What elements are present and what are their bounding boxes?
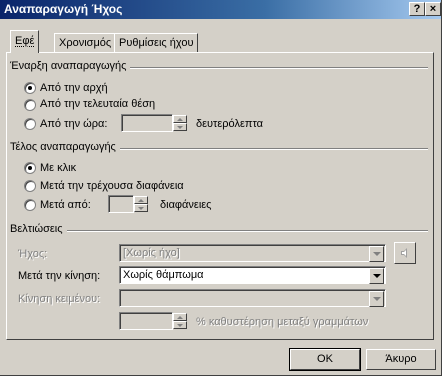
start-from-last-position-label[interactable]: Από την τελευταία θέση [40,98,155,110]
spin-down-icon [138,207,144,210]
stop-group-heading: Τέλος αναπαραγωγής [10,141,120,153]
sound-volume-button[interactable] [394,242,416,264]
tab-effect-label: Εφέ [15,35,35,47]
tab-sound-settings[interactable]: Ρυθμίσεις ήχου [114,33,199,52]
sound-dropdown-value: [Χωρίς ήχο] [123,247,180,259]
start-group-heading: Έναρξη αναπαραγωγής [10,60,131,72]
animate-text-dropdown-arrow[interactable] [369,291,384,307]
chevron-down-icon [373,297,381,301]
sound-dropdown-arrow[interactable] [369,246,384,262]
sound-label: Ήχος: [18,248,48,260]
after-animation-label: Μετά την κίνηση: [18,270,101,282]
start-from-last-position-radio[interactable] [24,99,36,111]
close-button[interactable]: × [425,2,441,16]
tab-timing[interactable]: Χρονισμός [54,33,117,52]
start-from-beginning-radio[interactable] [24,82,36,94]
animate-text-dropdown[interactable] [119,289,386,307]
start-time-spinner[interactable] [173,115,187,131]
letter-delay-label: % καθυστέρηση μεταξύ γραμμάτων [196,316,369,328]
radio-selected-dot [28,86,32,90]
radio-selected-dot [28,166,32,170]
cancel-button[interactable]: Άκυρο [366,349,436,370]
sound-dropdown[interactable]: [Χωρίς ήχο] [119,244,386,262]
after-animation-dropdown-arrow[interactable] [369,268,384,284]
dialog-title: Αναπαραγωγή Ήχος [4,2,123,16]
tab-timing-label: Χρονισμός [59,37,112,49]
slides-label: διαφάνειες [160,199,212,211]
after-animation-dropdown[interactable]: Χωρίς θάμπωμα [119,266,386,284]
chevron-down-icon [373,252,381,256]
start-from-time-label[interactable]: Από την ώρα: [40,118,107,130]
stop-on-click-radio[interactable] [24,162,36,174]
stop-after-current-slide-label[interactable]: Μετά την τρέχουσα διαφάνεια [40,180,184,192]
start-time-input[interactable] [121,114,173,132]
title-bar: Αναπαραγωγή Ήχος ? × [0,0,441,19]
start-from-beginning-label[interactable]: Από την αρχή [40,82,108,94]
enhancements-group-heading: Βελτιώσεις [10,223,67,235]
stop-after-slides-label[interactable]: Μετά από: [40,199,91,211]
stop-slides-spinner[interactable] [134,196,148,212]
tab-sound-settings-label: Ρυθμίσεις ήχου [119,37,194,49]
start-from-time-radio[interactable] [24,118,36,130]
speaker-icon [401,248,407,258]
help-button[interactable]: ? [409,2,425,16]
chevron-down-icon [373,274,381,278]
dialog-window: Αναπαραγωγή Ήχος ? × Εφέ Χρονισμός Ρυθμί… [0,0,442,376]
spin-up-icon [138,199,144,202]
stop-slides-input[interactable] [108,195,134,213]
spin-up-icon [177,118,183,121]
stop-after-slides-radio[interactable] [24,199,36,211]
stop-on-click-label[interactable]: Με κλικ [40,162,76,174]
ok-button[interactable]: OK [289,348,361,371]
spin-down-icon [177,126,183,129]
letter-delay-input[interactable] [119,312,173,330]
spin-down-icon [177,324,183,327]
spin-up-icon [177,316,183,319]
seconds-label: δευτερόλεπτα [196,118,263,130]
stop-after-current-slide-radio[interactable] [24,180,36,192]
tab-effect[interactable]: Εφέ [10,30,40,53]
enhancements-group-divider [10,230,428,232]
after-animation-value: Χωρίς θάμπωμα [123,269,204,281]
letter-delay-spinner[interactable] [173,313,187,329]
animate-text-label: Κίνηση κειμένου: [18,293,101,305]
